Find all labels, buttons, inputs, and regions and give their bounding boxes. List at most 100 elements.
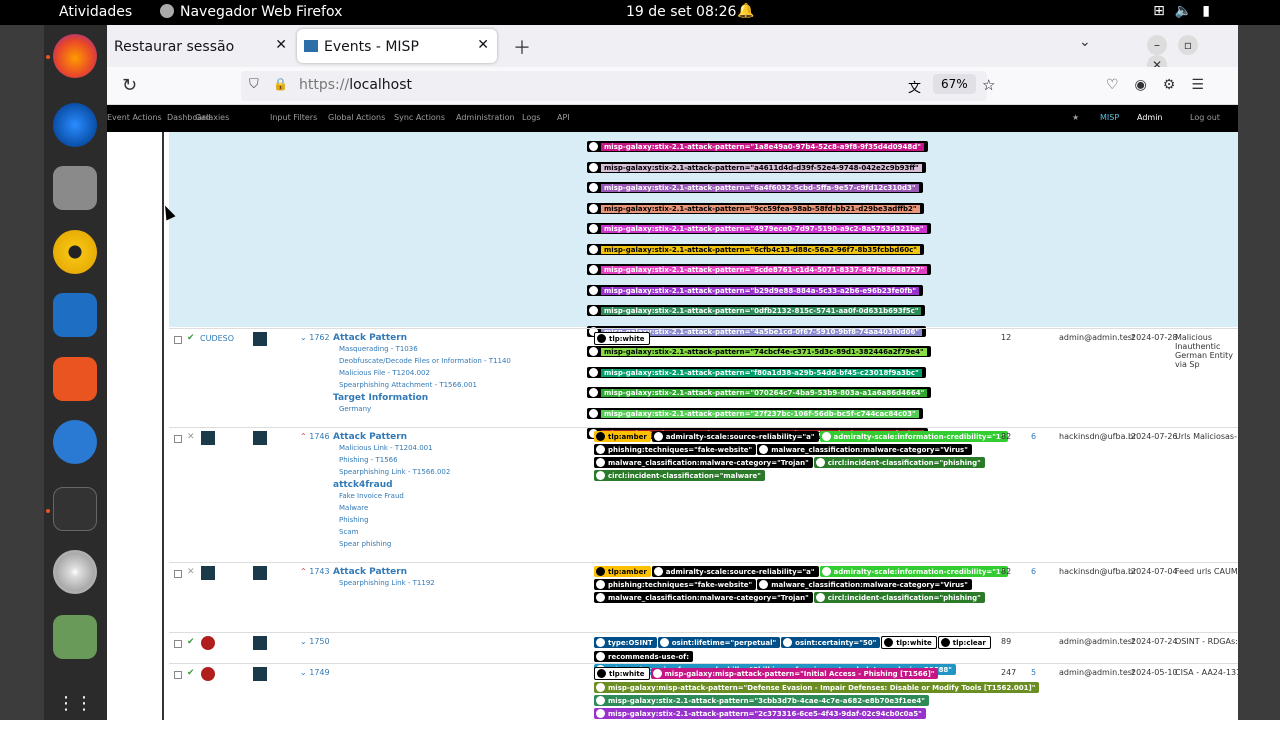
org-logo[interactable] — [201, 431, 215, 445]
row-checkbox[interactable] — [174, 671, 182, 679]
tag-pill[interactable]: misp-galaxy:stix-2.1-attack-pattern="5cd… — [587, 264, 932, 275]
tag-pill[interactable]: misp-galaxy:stix-2.1-attack-pattern="3cb… — [594, 695, 929, 706]
galaxy-title[interactable]: Attack Pattern — [333, 432, 450, 442]
maximize-button[interactable]: ▫ — [1178, 35, 1198, 55]
row-checkbox[interactable] — [174, 570, 182, 578]
row-checkbox[interactable] — [174, 336, 182, 344]
close-icon[interactable]: ✕ — [275, 37, 287, 53]
misp-nav-item[interactable]: Input Filters — [270, 113, 317, 122]
tag-pill[interactable]: type:OSINT — [594, 637, 657, 648]
event-id[interactable]: ⌄ 1750 — [300, 637, 330, 646]
creator-org-logo[interactable] — [253, 431, 267, 445]
creator-org-logo[interactable] — [253, 332, 267, 346]
tag-pill[interactable]: admiralty-scale:information-credibility=… — [819, 431, 1009, 442]
rhythmbox-icon[interactable] — [53, 230, 97, 274]
tag-pill[interactable]: misp-galaxy:stix-2.1-attack-pattern="2c3… — [594, 708, 926, 719]
row-checkbox[interactable] — [174, 640, 182, 648]
tag-pill[interactable]: misp-galaxy:stix-2.1-attack-pattern="1a8… — [587, 141, 928, 152]
event-id[interactable]: ⌄ 1749 — [300, 668, 330, 677]
org-logo[interactable] — [201, 667, 215, 681]
tag-pill[interactable]: misp-galaxy:stix-2.1-attack-pattern="6cf… — [587, 243, 924, 255]
misp-nav-item[interactable]: Galaxies — [195, 113, 229, 122]
writer-icon[interactable] — [53, 293, 97, 337]
misp-brand[interactable]: MISP — [1100, 113, 1119, 122]
tag-pill[interactable]: tlp:clear — [937, 636, 991, 649]
proposal-count[interactable]: 5 — [1031, 668, 1036, 677]
misp-nav-item[interactable]: Sync Actions — [394, 113, 445, 122]
tag-pill[interactable]: misp-galaxy:stix-2.1-attack-pattern="497… — [587, 223, 931, 234]
misp-nav-item[interactable]: Global Actions — [328, 113, 385, 122]
tag-pill[interactable]: malware_classification:malware-category=… — [757, 579, 972, 590]
tag-pill[interactable]: malware_classification:malware-category=… — [594, 457, 813, 468]
proposal-count[interactable]: 6 — [1031, 567, 1036, 576]
row-checkbox[interactable] — [174, 435, 182, 443]
tag-pill[interactable]: phishing:techniques="fake-website" — [594, 579, 757, 590]
translate-icon[interactable]: 文 — [908, 77, 921, 96]
galaxy-cluster-link[interactable]: Malicious Link - T1204.001 — [339, 444, 450, 452]
tag-pill[interactable]: circl:incident-classification="malware" — [594, 470, 765, 481]
disc-icon[interactable] — [53, 550, 97, 594]
galaxy-title[interactable]: attck4fraud — [333, 480, 450, 490]
app-center-icon[interactable] — [53, 357, 97, 401]
galaxy-cluster-link[interactable]: Spearphishing Link - T1566.002 — [339, 468, 450, 476]
tag-pill[interactable]: malware_classification:malware-category=… — [594, 592, 813, 603]
activities-button[interactable]: Atividades — [59, 4, 132, 20]
trash-icon[interactable] — [53, 615, 97, 659]
tag-pill[interactable]: malware_classification:malware-category=… — [757, 444, 972, 455]
galaxy-cluster-link[interactable]: Phishing — [339, 516, 450, 524]
org-logo[interactable] — [201, 636, 215, 650]
tag-pill[interactable]: tlp:white — [881, 636, 937, 649]
misp-nav-item[interactable]: Logs — [522, 113, 540, 122]
tag-pill[interactable]: phishing:techniques="fake-website" — [594, 444, 757, 455]
event-id[interactable]: ⌃ 1746 — [300, 432, 330, 441]
tag-pill[interactable]: circl:incident-classification="phishing" — [813, 592, 985, 603]
tag-pill[interactable]: tlp:white — [594, 332, 650, 345]
org-name[interactable]: CUDESO — [200, 334, 234, 343]
thunderbird-icon[interactable] — [53, 103, 97, 147]
new-tab-button[interactable]: ＋ — [513, 34, 531, 60]
tag-pill[interactable]: misp-galaxy:stix-2.1-attack-pattern="9cc… — [587, 202, 924, 214]
galaxy-cluster-link[interactable]: Spearphishing Link - T1192 — [339, 579, 435, 587]
terminal-icon[interactable] — [53, 487, 97, 531]
system-tray[interactable]: ⊞🔈▮ — [1153, 3, 1220, 19]
galaxy-cluster-link[interactable]: Malicious File - T1204.002 — [339, 369, 511, 377]
shield-icon[interactable]: ⛉ — [249, 77, 259, 92]
help-icon[interactable] — [53, 420, 97, 464]
creator-org-logo[interactable] — [253, 566, 267, 580]
tag-pill[interactable]: misp-galaxy:stix-2.1-attack-pattern="a46… — [587, 161, 926, 173]
event-id[interactable]: ⌄ 1762 — [300, 333, 330, 342]
event-id[interactable]: ⌃ 1743 — [300, 567, 330, 576]
logout-link[interactable]: Log out — [1190, 113, 1220, 122]
tag-pill[interactable]: misp-galaxy:stix-2.1-attack-pattern="0df… — [587, 305, 926, 316]
tab-restore-session[interactable]: Restaurar sessão ✕ — [107, 29, 295, 63]
tag-pill[interactable]: tlp:white — [594, 667, 650, 680]
tag-pill[interactable]: misp-galaxy:stix-2.1-attack-pattern="6a4… — [587, 182, 923, 193]
tag-pill[interactable]: admiralty-scale:source-reliability="a" — [651, 566, 819, 577]
tag-pill[interactable]: osint:certainty="50" — [781, 637, 881, 648]
tab-events-misp[interactable]: Events - MISP ✕ — [297, 29, 497, 63]
misp-nav-item[interactable]: Administration — [456, 113, 515, 122]
firefox-dock-icon[interactable] — [53, 34, 97, 78]
galaxy-cluster-link[interactable]: Germany — [339, 405, 511, 413]
galaxy-title[interactable]: Target Information — [333, 393, 511, 403]
galaxy-cluster-link[interactable]: Scam — [339, 528, 450, 536]
galaxy-cluster-link[interactable]: Fake Invoice Fraud — [339, 492, 450, 500]
bookmark-star-icon[interactable]: ☆ — [982, 76, 995, 94]
tag-pill[interactable]: osint:lifetime="perpetual" — [657, 637, 781, 648]
galaxy-cluster-link[interactable]: Masquerading - T1036 — [339, 345, 511, 353]
url-text[interactable]: https://localhost — [299, 77, 412, 93]
org-logo[interactable] — [201, 566, 215, 580]
tag-pill[interactable]: admiralty-scale:source-reliability="a" — [651, 431, 819, 442]
toolbar-icons[interactable]: ♡◉⚙☰ — [1106, 77, 1220, 93]
proposal-count[interactable]: 6 — [1031, 432, 1036, 441]
tag-pill[interactable]: tlp:amber — [594, 431, 651, 442]
galaxy-cluster-link[interactable]: Deobfuscate/Decode Files or Information … — [339, 357, 511, 365]
galaxy-cluster-link[interactable]: Malware — [339, 504, 450, 512]
tag-pill[interactable]: circl:incident-classification="phishing" — [813, 457, 985, 468]
galaxy-title[interactable]: Attack Pattern — [333, 333, 511, 343]
minimize-button[interactable]: – — [1147, 35, 1167, 55]
url-bar[interactable]: ⛉ 🔒 https://localhost 文 67% ☆ — [241, 71, 995, 101]
misp-nav-item[interactable]: API — [557, 113, 570, 122]
creator-org-logo[interactable] — [253, 636, 267, 650]
user-menu[interactable]: Admin — [1137, 113, 1163, 122]
